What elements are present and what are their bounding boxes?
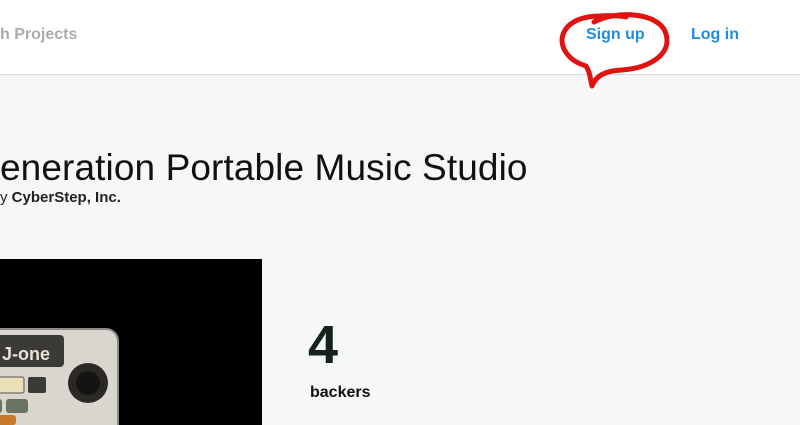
- log-in-link[interactable]: Log in: [691, 26, 739, 44]
- creator-prefix: y: [0, 189, 8, 206]
- project-creator-line: y CyberStep, Inc.: [0, 189, 121, 206]
- project-video-thumbnail[interactable]: J-one: [0, 259, 262, 425]
- top-navigation-bar: h Projects Sign up Log in: [0, 0, 800, 75]
- sign-up-link[interactable]: Sign up: [586, 26, 645, 44]
- creator-name-link[interactable]: CyberStep, Inc.: [12, 189, 121, 206]
- search-projects-link[interactable]: h Projects: [0, 26, 77, 44]
- project-title: eneration Portable Music Studio: [0, 146, 528, 188]
- music-device-image: J-one: [0, 259, 262, 425]
- backers-count: 4: [308, 315, 339, 375]
- backers-label: backers: [310, 384, 371, 401]
- device-brand-text: J-one: [2, 344, 50, 364]
